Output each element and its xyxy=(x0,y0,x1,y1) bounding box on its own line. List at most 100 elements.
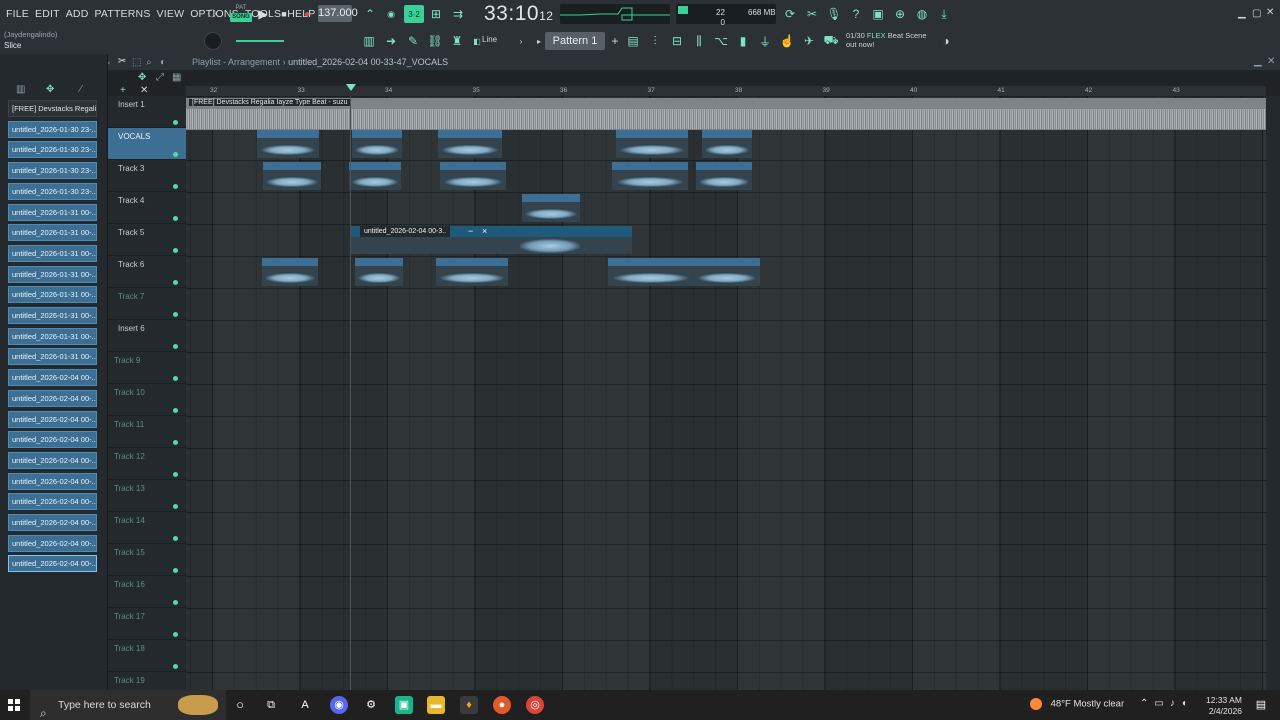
browser-nav-icon[interactable]: ✥ xyxy=(46,84,54,95)
zoom-tool-icon[interactable]: ⌕ xyxy=(146,57,152,68)
track-active-dot[interactable] xyxy=(173,664,178,669)
grid-icon[interactable]: ▦ xyxy=(172,72,181,83)
browser-item[interactable]: untitled_2026-01-31 00-.. xyxy=(8,286,97,304)
record-icon[interactable]: ● xyxy=(298,5,316,23)
countdown-icon[interactable]: 3·2 xyxy=(404,5,424,23)
audio-clip[interactable]: untitl...OCALS xyxy=(262,258,318,286)
pencil-icon[interactable]: ✎ xyxy=(404,32,422,50)
playback-tool-icon[interactable]: ◐ xyxy=(160,57,166,68)
notifications-icon[interactable]: ▤ xyxy=(1252,696,1270,714)
play-icon[interactable]: ▶ xyxy=(254,5,272,23)
audio-clip[interactable]: untitle..._VOCALS xyxy=(257,130,319,158)
browser-item[interactable]: untitled_2026-02-04 00-.. xyxy=(8,369,97,387)
pattern-selector[interactable]: Pattern 1 xyxy=(545,32,605,50)
menu-item-view[interactable]: VIEW xyxy=(157,8,185,20)
floating-clip-close-icon[interactable]: × xyxy=(482,226,487,237)
plugin-icon[interactable]: ⏚ xyxy=(756,32,774,50)
browser-item[interactable]: untitled_2026-02-04 00-.. xyxy=(8,451,97,469)
add-pattern-icon[interactable]: + xyxy=(606,32,624,50)
settings-icon[interactable]: ⚙ xyxy=(362,696,380,714)
track-header[interactable]: Track 12 xyxy=(108,448,186,480)
track-header[interactable]: Track 9 xyxy=(108,352,186,384)
browser-item[interactable]: untitled_2026-01-30 23-.. xyxy=(8,120,97,138)
track-active-dot[interactable] xyxy=(173,504,178,509)
browser-item[interactable]: untitled_2026-01-30 23-.. xyxy=(8,182,97,200)
audio-clip[interactable]: untitled_2..25_VOCALS xyxy=(612,162,688,190)
weather-widget[interactable]: 48°F Mostly clear xyxy=(1030,698,1124,710)
track-active-dot[interactable] xyxy=(173,120,178,125)
cart-icon[interactable]: ⛟ xyxy=(822,32,840,50)
app-a-icon[interactable]: A xyxy=(296,696,314,714)
help-icon[interactable]: ? xyxy=(847,5,865,23)
touch-icon[interactable]: ☝ xyxy=(778,32,796,50)
plugin-picker-icon[interactable]: ✈ xyxy=(800,32,818,50)
browser-item[interactable]: untitled_2026-02-04 00-.. xyxy=(8,534,97,552)
close-icon[interactable]: ✕ xyxy=(1266,7,1274,18)
maximize-icon[interactable]: ▢ xyxy=(1252,8,1261,19)
browser-item[interactable]: untitled_2026-02-04 00-.. xyxy=(8,389,97,407)
menu-item-edit[interactable]: EDIT xyxy=(35,8,60,20)
taskbar-search[interactable]: ⌕ Type here to search xyxy=(30,690,226,720)
midi-icon[interactable]: ⊕ xyxy=(891,5,909,23)
system-tray[interactable]: ⌃▭♪◖ xyxy=(1140,698,1193,709)
track-header[interactable]: Track 15 xyxy=(108,544,186,576)
vertical-scrollbar[interactable] xyxy=(1266,96,1280,690)
playlist-minimize-icon[interactable]: ▁ xyxy=(1254,56,1262,67)
floating-clip[interactable]: untitled_2026-02-04 00-3.. − × xyxy=(350,226,632,254)
audio-clip[interactable]: untitled..._5_VOCALS xyxy=(440,162,506,190)
expand-icon[interactable]: ⤢ xyxy=(156,72,164,83)
remove-track-icon[interactable]: ✕ xyxy=(140,85,148,96)
track-header[interactable]: Insert 1 xyxy=(108,96,186,128)
pat-song-toggle[interactable]: PAT SONG xyxy=(230,4,252,24)
step-sequencer-icon[interactable]: ⊟ xyxy=(668,32,686,50)
audio-clip[interactable]: untitled..._2_VOCALS xyxy=(616,130,688,158)
browser-item[interactable]: untitled_2026-01-31 00-.. xyxy=(8,265,97,283)
cut-icon[interactable]: ✂ xyxy=(803,5,821,23)
volume-icon[interactable]: ◖ xyxy=(1181,698,1193,709)
track-active-dot[interactable] xyxy=(173,472,178,477)
song-position-clock[interactable]: 33:1012 xyxy=(484,2,553,26)
link-icon[interactable]: ⛓ xyxy=(426,32,444,50)
audio-clip[interactable]: untitled..._3_VOCALS xyxy=(436,258,508,286)
discord-icon[interactable]: ◉ xyxy=(330,696,348,714)
network-icon[interactable]: ▭ xyxy=(1154,698,1169,709)
browser-search-icon[interactable]: ⁄ xyxy=(80,84,82,95)
track-active-dot[interactable] xyxy=(173,280,178,285)
browser-item[interactable]: [FREE] Devstacks Regali.. xyxy=(8,100,97,117)
track-active-dot[interactable] xyxy=(173,600,178,605)
fl-studio-icon[interactable]: ♦ xyxy=(460,696,478,714)
stop-icon[interactable]: ■ xyxy=(275,5,293,23)
tray-chevron-icon[interactable]: ⌃ xyxy=(1140,698,1154,709)
floating-clip-minimize-icon[interactable]: − xyxy=(468,226,473,237)
browser-item[interactable]: untitled_2026-01-30 23-.. xyxy=(8,162,97,180)
snap-selector[interactable]: Line xyxy=(482,35,497,44)
piano-roll-icon[interactable]: ▥ xyxy=(360,32,378,50)
track-active-dot[interactable] xyxy=(173,216,178,221)
browser-item[interactable]: untitled_2026-02-04 00-.. xyxy=(8,472,97,490)
minimize-icon[interactable]: ▁ xyxy=(1238,8,1246,19)
slice-tool-icon[interactable]: ✂ xyxy=(118,56,126,67)
track-active-dot[interactable] xyxy=(173,376,178,381)
menu-item-file[interactable]: FILE xyxy=(6,8,29,20)
beat-audio-clip[interactable]: [FREE] Devstacks Regalia Iayze Type Beat… xyxy=(186,98,1266,130)
playhead-marker[interactable] xyxy=(346,84,356,91)
track-header[interactable]: Track 5 xyxy=(108,224,186,256)
refresh-icon[interactable]: ⟳ xyxy=(781,5,799,23)
microphone-icon[interactable]: 🎙 xyxy=(825,5,843,23)
track-header[interactable]: Track 10 xyxy=(108,384,186,416)
browser-item[interactable]: untitled_2026-01-31 00-.. xyxy=(8,327,97,345)
clipboard-icon[interactable]: ▮ xyxy=(734,32,752,50)
step-edit-icon[interactable]: ⊞ xyxy=(427,5,445,23)
audio-clip[interactable]: untitle..._VOCALS xyxy=(522,194,580,222)
track-active-dot[interactable] xyxy=(173,312,178,317)
browser-view-icon[interactable]: ▥ xyxy=(16,84,25,95)
arrow-icon[interactable]: ➜ xyxy=(382,32,400,50)
track-active-dot[interactable] xyxy=(173,568,178,573)
track-active-dot[interactable] xyxy=(173,344,178,349)
blend-notes-icon[interactable]: ⇉ xyxy=(449,5,467,23)
track-active-dot[interactable] xyxy=(173,440,178,445)
track-header[interactable]: Track 13 xyxy=(108,480,186,512)
browser-item[interactable]: untitled_2026-01-31 00-.. xyxy=(8,244,97,262)
audio-clip[interactable]: untitl...OCALS xyxy=(702,130,752,158)
track-active-dot[interactable] xyxy=(173,248,178,253)
